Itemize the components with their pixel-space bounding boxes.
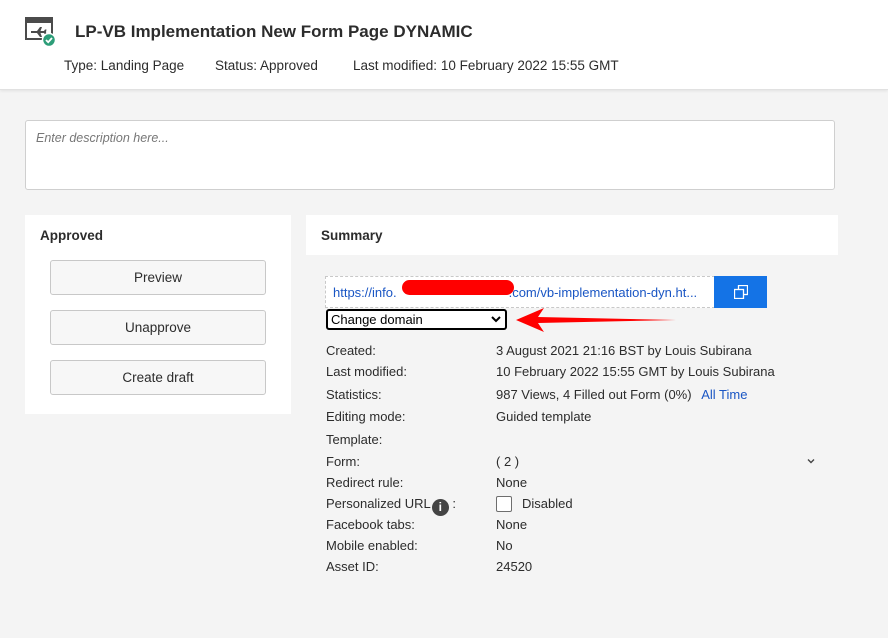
summary-header: Summary [306,215,838,255]
landing-page-approved-icon [25,17,57,47]
template-label: Template: [326,432,383,447]
form-expand-chevron-icon[interactable] [806,456,816,466]
chevron-down-icon [491,316,501,323]
editing-mode-value: Guided template [496,409,592,424]
copy-url-button[interactable] [714,276,767,308]
status-value: Approved [260,58,318,73]
modified-value: 10 February 2022 15:55 GMT [440,58,619,73]
approval-panel: Approved Preview Unapprove Create draft [25,215,291,414]
personalized-url-colon: : [452,496,457,511]
copy-icon [733,285,748,299]
info-icon[interactable]: i [431,499,449,516]
redaction-mark [402,280,514,295]
meta-status: Status: Approved [215,58,318,73]
last-modified-label: Last modified: [326,364,407,379]
modified-label: Last modified: [353,58,438,73]
form-label: Form: [326,454,360,469]
mobile-enabled-label: Mobile enabled: [326,538,418,553]
page-title: LP-VB Implementation New Form Page DYNAM… [75,22,473,41]
type-value: Landing Page [100,58,185,73]
unapprove-button[interactable]: Unapprove [50,310,266,345]
personalized-url-checkbox[interactable] [496,496,512,512]
statistics-label: Statistics: [326,387,382,402]
editing-mode-label: Editing mode: [326,409,406,424]
type-label: Type: [64,58,98,73]
change-domain-select[interactable]: Change domain [326,309,507,330]
redirect-rule-label: Redirect rule: [326,475,404,490]
url-prefix: https://info. [333,285,397,300]
personalized-url-label: Personalized URL i : [326,496,456,516]
form-count: ( 2 ) [496,454,520,469]
asset-id-value: 24520 [496,559,533,574]
facebook-tabs-label: Facebook tabs: [326,517,415,532]
meta-last-modified: Last modified: 10 February 2022 15:55 GM… [353,58,619,73]
url-suffix: .com/vb-implementation-dyn.ht... [508,285,698,300]
mobile-enabled-value: No [496,538,513,553]
change-domain-value: Change domain [331,312,423,327]
created-label: Created: [326,343,376,358]
preview-button[interactable]: Preview [50,260,266,295]
all-time-link[interactable]: All Time [701,387,747,402]
summary-title: Summary [321,228,383,243]
personalized-url-text: Personalized URL [326,496,431,511]
approval-status-title: Approved [40,228,104,243]
asset-id-label: Asset ID: [326,559,379,574]
annotation-arrow-icon [516,308,676,332]
description-placeholder: Enter description here... [36,131,169,145]
meta-type: Type: Landing Page [64,58,184,73]
created-value: 3 August 2021 21:16 BST by Louis Subiran… [496,343,752,358]
create-draft-button[interactable]: Create draft [50,360,266,395]
statistics-text: 987 Views, 4 Filled out Form (0%) [496,387,692,402]
status-label: Status: [215,58,258,73]
redirect-rule-value: None [496,475,528,490]
statistics-value: 987 Views, 4 Filled out Form (0%) All Ti… [496,387,747,402]
facebook-tabs-value: None [496,517,528,532]
page-url-field[interactable]: https://info. .com/vb-implementation-dyn.… [325,276,715,308]
asset-header: LP-VB Implementation New Form Page DYNAM… [0,0,888,90]
page-url[interactable]: https://info. .com/vb-implementation-dyn.… [333,285,711,300]
last-modified-value: 10 February 2022 15:55 GMT by Louis Subi… [496,364,775,379]
personalized-url-value: Disabled [522,496,573,511]
description-textarea[interactable]: Enter description here... [25,120,835,190]
